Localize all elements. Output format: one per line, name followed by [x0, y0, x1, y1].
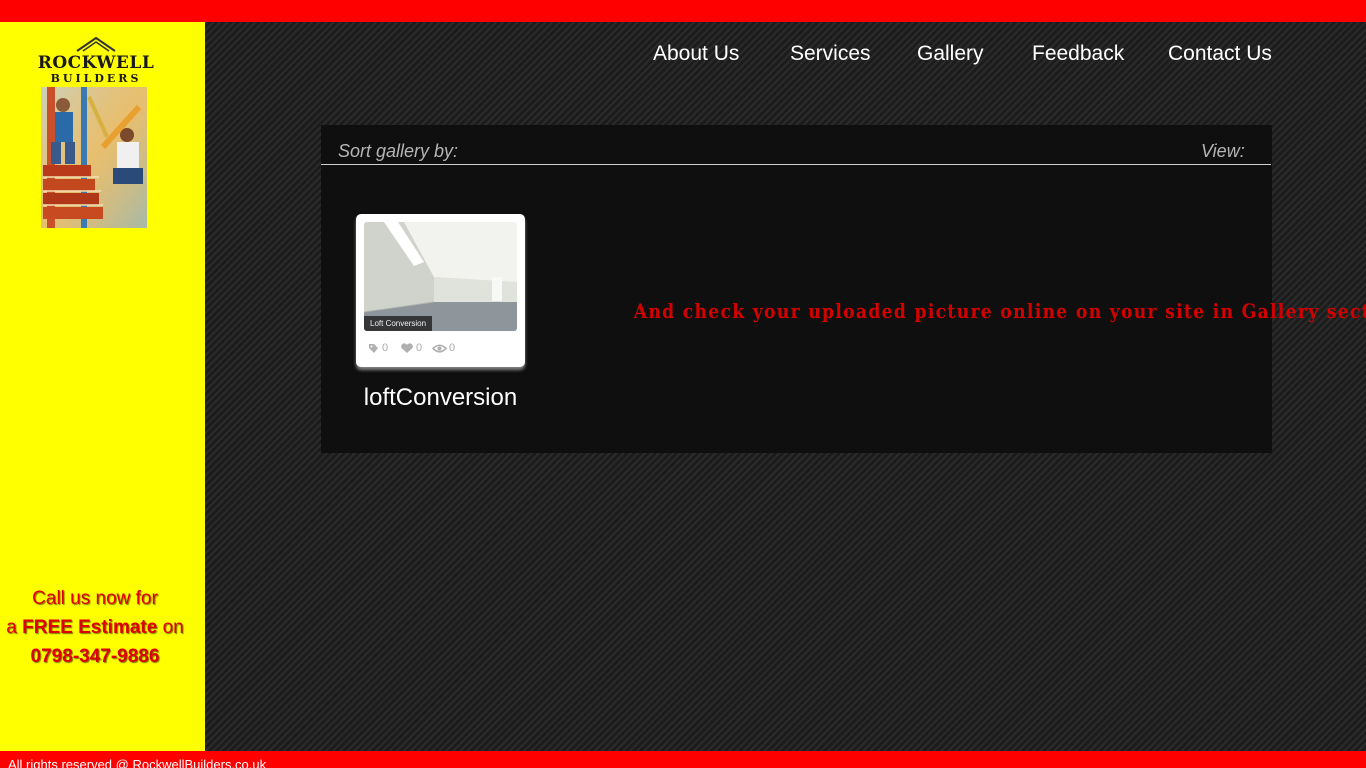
nav-feedback[interactable]: Feedback	[1032, 42, 1124, 66]
item-stats: 0 0 0	[368, 340, 518, 356]
like-count-value: 0	[416, 342, 423, 354]
nav-contact-us[interactable]: Contact Us	[1168, 42, 1272, 66]
sort-gallery-label[interactable]: Sort gallery by:	[338, 141, 458, 162]
cta-prefix: a	[6, 617, 23, 638]
top-accent-bar	[0, 0, 1366, 22]
estimate-callout: Call us now for a FREE Estimate on 0798-…	[0, 584, 190, 671]
nav-gallery[interactable]: Gallery	[917, 42, 984, 66]
cta-free-estimate: FREE Estimate	[22, 617, 158, 638]
footer-bar: All rights reserved @ RockwellBuilders.c…	[0, 751, 1366, 768]
gallery-toolbar: Sort gallery by: View:	[321, 125, 1272, 165]
tag-icon	[369, 344, 378, 353]
roof-icon	[76, 36, 116, 52]
gallery-item-title[interactable]: loftConversion	[353, 383, 528, 413]
eye-icon	[432, 344, 447, 353]
nav-services[interactable]: Services	[790, 42, 871, 66]
logo-title: ROCKWELL	[37, 53, 155, 73]
cta-line-1: Call us now for	[32, 588, 158, 609]
sidebar: ROCKWELL BUILDERS Call us now for a FREE…	[0, 22, 205, 751]
site-logo[interactable]: ROCKWELL BUILDERS	[37, 36, 155, 229]
logo-subtitle: BUILDERS	[50, 72, 142, 85]
view-count-value: 0	[449, 342, 456, 354]
cta-line-2: a FREE Estimate on	[0, 613, 190, 642]
loft-room-photo	[364, 222, 517, 331]
tag-count-value: 0	[382, 342, 389, 354]
thumbnail-caption: Loft Conversion	[364, 316, 433, 331]
toolbar-divider	[321, 164, 1271, 165]
view-mode-label[interactable]: View:	[1201, 141, 1245, 162]
gallery-promo-text: And check your uploaded picture online o…	[633, 299, 1366, 323]
cta-phone-number[interactable]: 0798-347-9886	[0, 642, 190, 671]
cta-suffix: on	[157, 617, 184, 638]
gallery-item-thumbnail[interactable]: Loft Conversion	[364, 222, 517, 331]
nav-about-us[interactable]: About Us	[653, 42, 739, 66]
phone-number[interactable]: 0798-347-9886	[31, 646, 160, 667]
copyright-text: All rights reserved @ RockwellBuilders.c…	[8, 757, 267, 768]
gallery-item-card[interactable]: Loft Conversion 0 0 0	[356, 214, 525, 367]
heart-icon	[401, 343, 413, 353]
builders-illustration	[41, 87, 147, 228]
gallery-panel: Sort gallery by: View: Loft Conversion 0	[321, 125, 1366, 453]
